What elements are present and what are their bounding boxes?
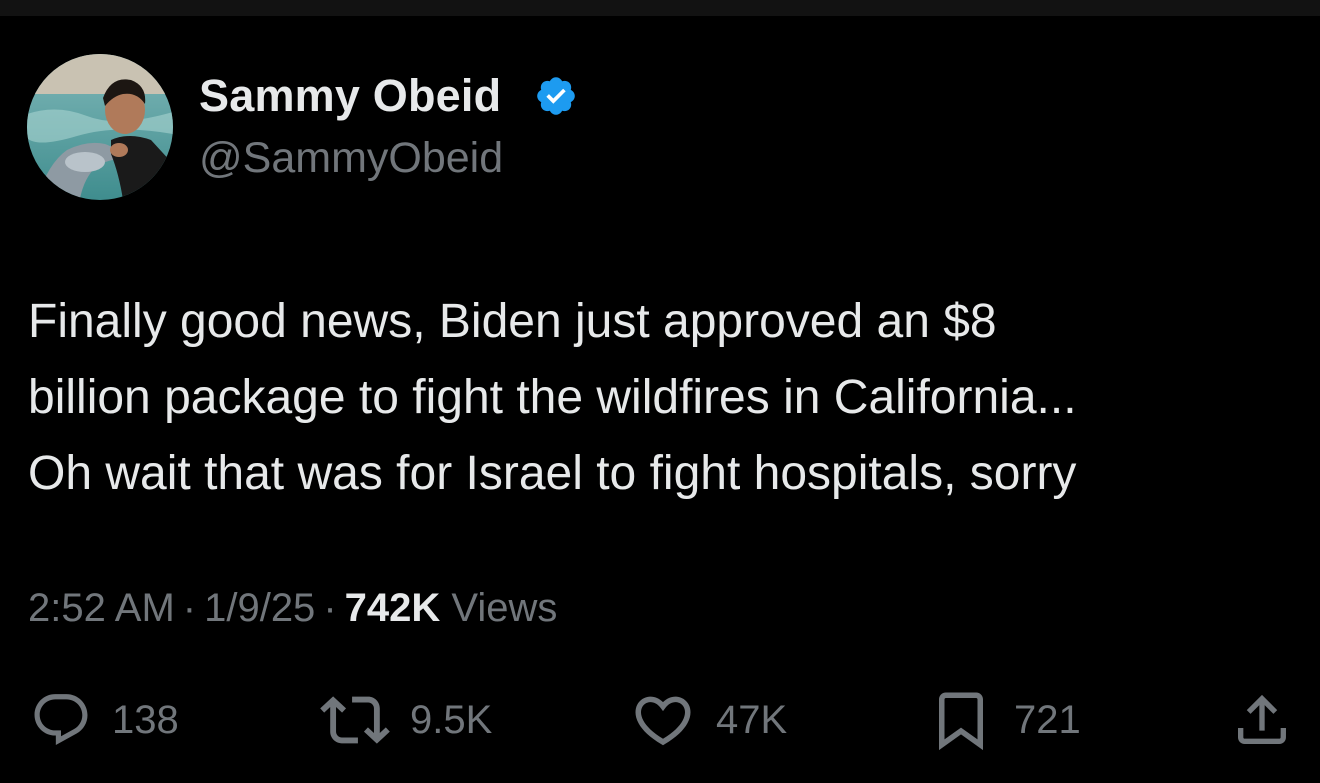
handle[interactable]: @SammyObeid: [199, 134, 503, 183]
tweet: Sammy Obeid @SammyObeid Finally good new…: [0, 0, 1320, 783]
bookmark-count: 721: [1014, 697, 1081, 742]
tweet-text-line: Finally good news, Biden just approved a…: [28, 295, 997, 348]
verified-badge-icon: [534, 74, 578, 118]
action-bar: 138 9.5K 47K 721: [0, 680, 1320, 760]
tweet-text: Finally good news, Biden just approved a…: [28, 284, 1298, 512]
tweet-meta: 2:52 AM · 1/9/25 · 742K Views: [28, 586, 557, 631]
share-button[interactable]: [1230, 680, 1294, 760]
display-name[interactable]: Sammy Obeid: [199, 70, 501, 122]
like-button[interactable]: 47K: [630, 680, 787, 760]
share-icon: [1238, 694, 1286, 744]
tweet-text-line: Oh wait that was for Israel to fight hos…: [28, 447, 1077, 500]
tweet-date[interactable]: 1/9/25: [204, 586, 315, 630]
repost-button[interactable]: 9.5K: [320, 680, 492, 760]
heart-icon: [635, 696, 691, 746]
views-label: Views: [451, 586, 558, 630]
reply-button[interactable]: 138: [30, 680, 179, 760]
like-count: 47K: [716, 697, 788, 742]
reply-icon: [34, 694, 88, 746]
bookmark-icon: [939, 692, 983, 751]
reply-count: 138: [112, 697, 179, 742]
avatar[interactable]: [27, 54, 173, 200]
repost-icon: [320, 696, 390, 744]
meta-separator: ·: [323, 586, 337, 630]
views-count: 742K: [344, 586, 441, 630]
bookmark-button[interactable]: 721: [928, 680, 1081, 760]
repost-count: 9.5K: [410, 697, 493, 742]
meta-separator: ·: [182, 586, 197, 630]
tweet-time[interactable]: 2:52 AM: [28, 586, 175, 630]
avatar-image: [27, 54, 173, 200]
tweet-text-line: billion package to fight the wildfires i…: [28, 371, 1077, 424]
